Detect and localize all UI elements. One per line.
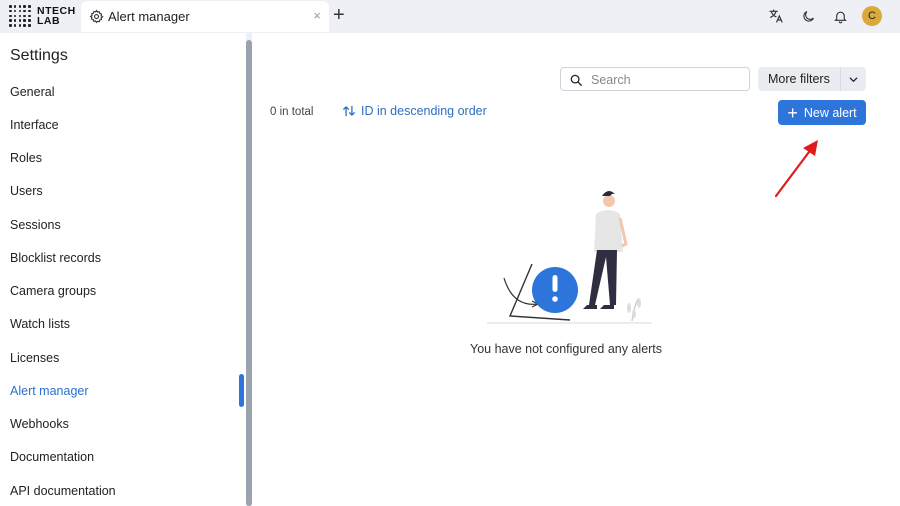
sidebar-item-webhooks[interactable]: Webhooks	[10, 417, 69, 431]
tab-close-button[interactable]: ×	[313, 8, 321, 23]
moon-icon[interactable]	[798, 6, 818, 26]
sidebar-item-documentation[interactable]: Documentation	[10, 450, 94, 464]
sidebar-item-api-documentation[interactable]: API documentation	[10, 484, 116, 498]
sidebar-item-users[interactable]: Users	[10, 184, 43, 198]
tab-title: Alert manager	[108, 9, 190, 24]
logo-text-line2: LAB	[37, 15, 61, 27]
annotation-arrow-icon	[774, 140, 818, 198]
new-alert-button[interactable]: + New alert	[778, 100, 866, 125]
search-placeholder: Search	[591, 73, 631, 87]
sort-label: ID in descending order	[361, 104, 487, 118]
more-filters-button[interactable]: More filters	[758, 67, 866, 91]
search-icon	[570, 74, 582, 86]
bell-icon[interactable]	[830, 6, 850, 26]
empty-state-message: You have not configured any alerts	[470, 342, 663, 356]
sidebar-item-roles[interactable]: Roles	[10, 151, 42, 165]
sidebar-item-camera-groups[interactable]: Camera groups	[10, 284, 96, 298]
sidebar-item-sessions[interactable]: Sessions	[10, 218, 61, 232]
sort-arrows-icon	[343, 105, 355, 117]
chevron-down-icon[interactable]	[840, 67, 866, 91]
sidebar-item-watch-lists[interactable]: Watch lists	[10, 317, 70, 331]
plus-icon: +	[787, 102, 798, 123]
total-count: 0 in total	[270, 106, 314, 118]
sort-order-toggle[interactable]: ID in descending order	[342, 104, 487, 118]
sidebar-title: Settings	[10, 47, 68, 64]
user-avatar[interactable]: C	[862, 6, 882, 26]
sidebar-item-blocklist-records[interactable]: Blocklist records	[10, 251, 101, 265]
sidebar-item-alert-manager[interactable]: Alert manager	[10, 384, 89, 398]
sidebar-item-interface[interactable]: Interface	[10, 118, 59, 132]
settings-sidebar: Settings General Interface Roles Users S…	[0, 33, 246, 506]
new-alert-label: New alert	[803, 105, 857, 120]
search-input[interactable]: Search	[560, 67, 750, 91]
gear-icon	[89, 9, 104, 24]
active-item-marker	[239, 374, 244, 407]
top-actions: C	[766, 6, 882, 26]
ntech-logo[interactable]: NTECH LAB	[9, 5, 76, 27]
logo-dots-icon	[9, 5, 31, 27]
top-bar: NTECH LAB Alert manager × + C	[0, 0, 900, 33]
more-filters-label: More filters	[768, 72, 830, 86]
translate-icon[interactable]	[766, 6, 786, 26]
new-tab-button[interactable]: +	[333, 4, 345, 26]
sidebar-item-licenses[interactable]: Licenses	[10, 351, 59, 365]
tab-alert-manager[interactable]: Alert manager ×	[81, 1, 329, 32]
main-content: Search More filters 0 in total ID in des…	[252, 33, 900, 506]
sidebar-item-general[interactable]: General	[10, 85, 54, 99]
empty-state-illustration	[487, 190, 652, 324]
